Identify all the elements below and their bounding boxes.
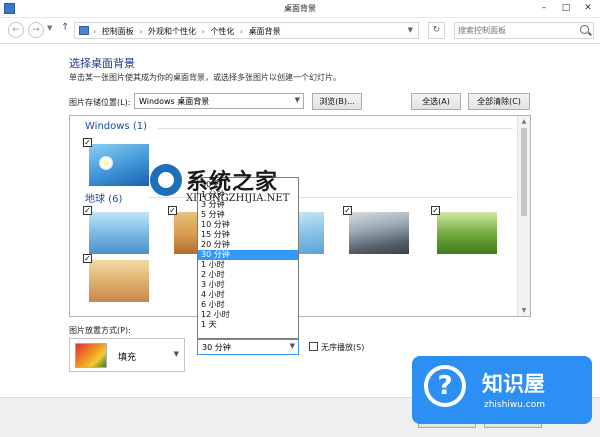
search-input[interactable] bbox=[458, 24, 576, 37]
address-chevron-down-icon[interactable]: ▼ bbox=[408, 26, 413, 34]
group-header-windows[interactable]: Windows (1) bbox=[85, 121, 147, 132]
minimize-button[interactable]: – bbox=[532, 0, 556, 17]
wallpaper-thumbnail[interactable] bbox=[89, 144, 149, 186]
interval-option[interactable]: 6 小时 bbox=[198, 300, 298, 310]
breadcrumb-item-personalization[interactable]: 个性化 bbox=[210, 27, 234, 36]
picture-checkbox[interactable]: ✓ bbox=[343, 206, 352, 215]
breadcrumb: › 控制面板 › 外观和个性化 › 个性化 › 桌面背景 bbox=[93, 27, 281, 36]
scroll-up-arrow-icon[interactable]: ▲ bbox=[518, 118, 530, 125]
interval-option[interactable]: 10 分钟 bbox=[198, 220, 298, 230]
refresh-button[interactable]: ↻ bbox=[428, 22, 445, 39]
chevron-down-icon: ▼ bbox=[294, 96, 300, 104]
picture-position-value: 填充 bbox=[118, 353, 137, 363]
change-interval-select[interactable]: 30 分钟 ▼ bbox=[197, 339, 299, 355]
watermark-site-name: 系统之家 bbox=[186, 169, 279, 195]
recent-locations-chevron-icon[interactable]: ▼ bbox=[47, 24, 52, 32]
page-title: 选择桌面背景 bbox=[69, 57, 135, 70]
window-title: 桌面背景 bbox=[284, 4, 316, 13]
group-header-earth[interactable]: 地球 (6) bbox=[85, 190, 122, 205]
interval-option[interactable]: 12 小时 bbox=[198, 310, 298, 320]
scrollbar-thumb[interactable] bbox=[521, 128, 527, 216]
chevron-down-icon: ▼ bbox=[173, 350, 179, 358]
interval-option[interactable]: 1 天 bbox=[198, 320, 298, 330]
picture-position-select[interactable]: 填充 ▼ bbox=[69, 338, 185, 372]
picture-checkbox[interactable]: ✓ bbox=[83, 254, 92, 263]
forward-button[interactable]: → bbox=[28, 22, 44, 38]
control-panel-icon bbox=[79, 26, 89, 35]
zhishiwu-watermark-logo: ? 知识屋 zhishiwu.com bbox=[412, 356, 592, 424]
picture-tile[interactable]: ✓ bbox=[83, 138, 153, 190]
back-button[interactable]: ← bbox=[8, 22, 24, 38]
watermark-site-name: 知识屋 bbox=[482, 372, 545, 396]
picture-checkbox[interactable]: ✓ bbox=[83, 138, 92, 147]
wallpaper-thumbnail[interactable] bbox=[349, 212, 409, 254]
interval-option[interactable]: 1 小时 bbox=[198, 260, 298, 270]
interval-option[interactable]: 4 小时 bbox=[198, 290, 298, 300]
watermark-site-domain: zhishiwu.com bbox=[484, 400, 545, 410]
picture-location-value: Windows 桌面背景 bbox=[139, 97, 210, 106]
picture-checkbox[interactable]: ✓ bbox=[83, 206, 92, 215]
interval-option[interactable]: 3 小时 bbox=[198, 280, 298, 290]
title-bar: 桌面背景 – □ ✕ bbox=[0, 0, 600, 18]
question-mark-icon: ? bbox=[424, 365, 466, 407]
change-interval-value: 30 分钟 bbox=[202, 343, 231, 352]
picture-tile[interactable]: ✓ bbox=[83, 254, 153, 306]
interval-option[interactable]: 2 小时 bbox=[198, 270, 298, 280]
select-all-button[interactable]: 全选(A) bbox=[411, 93, 461, 110]
interval-option[interactable]: 15 分钟 bbox=[198, 230, 298, 240]
interval-option[interactable]: 30 分钟 bbox=[198, 250, 298, 260]
watermark-site-domain: XITONGZHIJIA.NET bbox=[186, 193, 290, 204]
clear-all-button[interactable]: 全部清除(C) bbox=[468, 93, 530, 110]
interval-option[interactable]: 20 分钟 bbox=[198, 240, 298, 250]
breadcrumb-item-appearance[interactable]: 外观和个性化 bbox=[148, 27, 196, 36]
wallpaper-thumbnail[interactable] bbox=[89, 260, 149, 302]
picture-tile[interactable]: ✓ bbox=[343, 206, 413, 258]
address-bar[interactable]: › 控制面板 › 外观和个性化 › 个性化 › 桌面背景 ▼ bbox=[74, 22, 419, 39]
browse-button[interactable]: 浏览(B)... bbox=[312, 93, 362, 110]
picture-location-select[interactable]: Windows 桌面背景 ▼ bbox=[134, 93, 304, 109]
vertical-scrollbar[interactable]: ▲ ▼ bbox=[517, 116, 530, 316]
scroll-down-arrow-icon[interactable]: ▼ bbox=[518, 307, 530, 314]
xitongzhijia-watermark-logo: 系统之家 XITONGZHIJIA.NET bbox=[150, 160, 325, 220]
close-button[interactable]: ✕ bbox=[576, 0, 600, 17]
maximize-button[interactable]: □ bbox=[554, 0, 578, 17]
group-divider bbox=[158, 128, 513, 129]
picture-tile[interactable]: ✓ bbox=[431, 206, 501, 258]
breadcrumb-item-desktop-background[interactable]: 桌面背景 bbox=[249, 27, 281, 36]
up-button[interactable]: ↑ bbox=[61, 22, 69, 33]
shuffle-label[interactable]: 无序播放(S) bbox=[321, 342, 364, 353]
navigation-bar: ← → ▼ ↑ › 控制面板 › 外观和个性化 › 个性化 › 桌面背景 ▼ ↻ bbox=[0, 18, 600, 44]
picture-position-label: 图片放置方式(P): bbox=[69, 326, 131, 335]
page-description: 单击某一张图片使其成为你的桌面背景，或选择多张图片以创建一个幻灯片。 bbox=[69, 73, 341, 82]
wallpaper-thumbnail[interactable] bbox=[89, 212, 149, 254]
picture-checkbox[interactable]: ✓ bbox=[431, 206, 440, 215]
breadcrumb-item-control-panel[interactable]: 控制面板 bbox=[102, 27, 134, 36]
wallpaper-thumbnail[interactable] bbox=[437, 212, 497, 254]
chevron-down-icon: ▼ bbox=[289, 342, 295, 350]
search-box[interactable] bbox=[454, 22, 594, 39]
picture-location-label: 图片存储位置(L): bbox=[69, 98, 131, 107]
picture-position-preview-icon bbox=[75, 343, 107, 368]
picture-tile[interactable]: ✓ bbox=[83, 206, 153, 258]
watermark-emblem-icon bbox=[150, 164, 182, 196]
search-icon[interactable] bbox=[580, 25, 589, 34]
shuffle-checkbox[interactable] bbox=[309, 342, 318, 351]
